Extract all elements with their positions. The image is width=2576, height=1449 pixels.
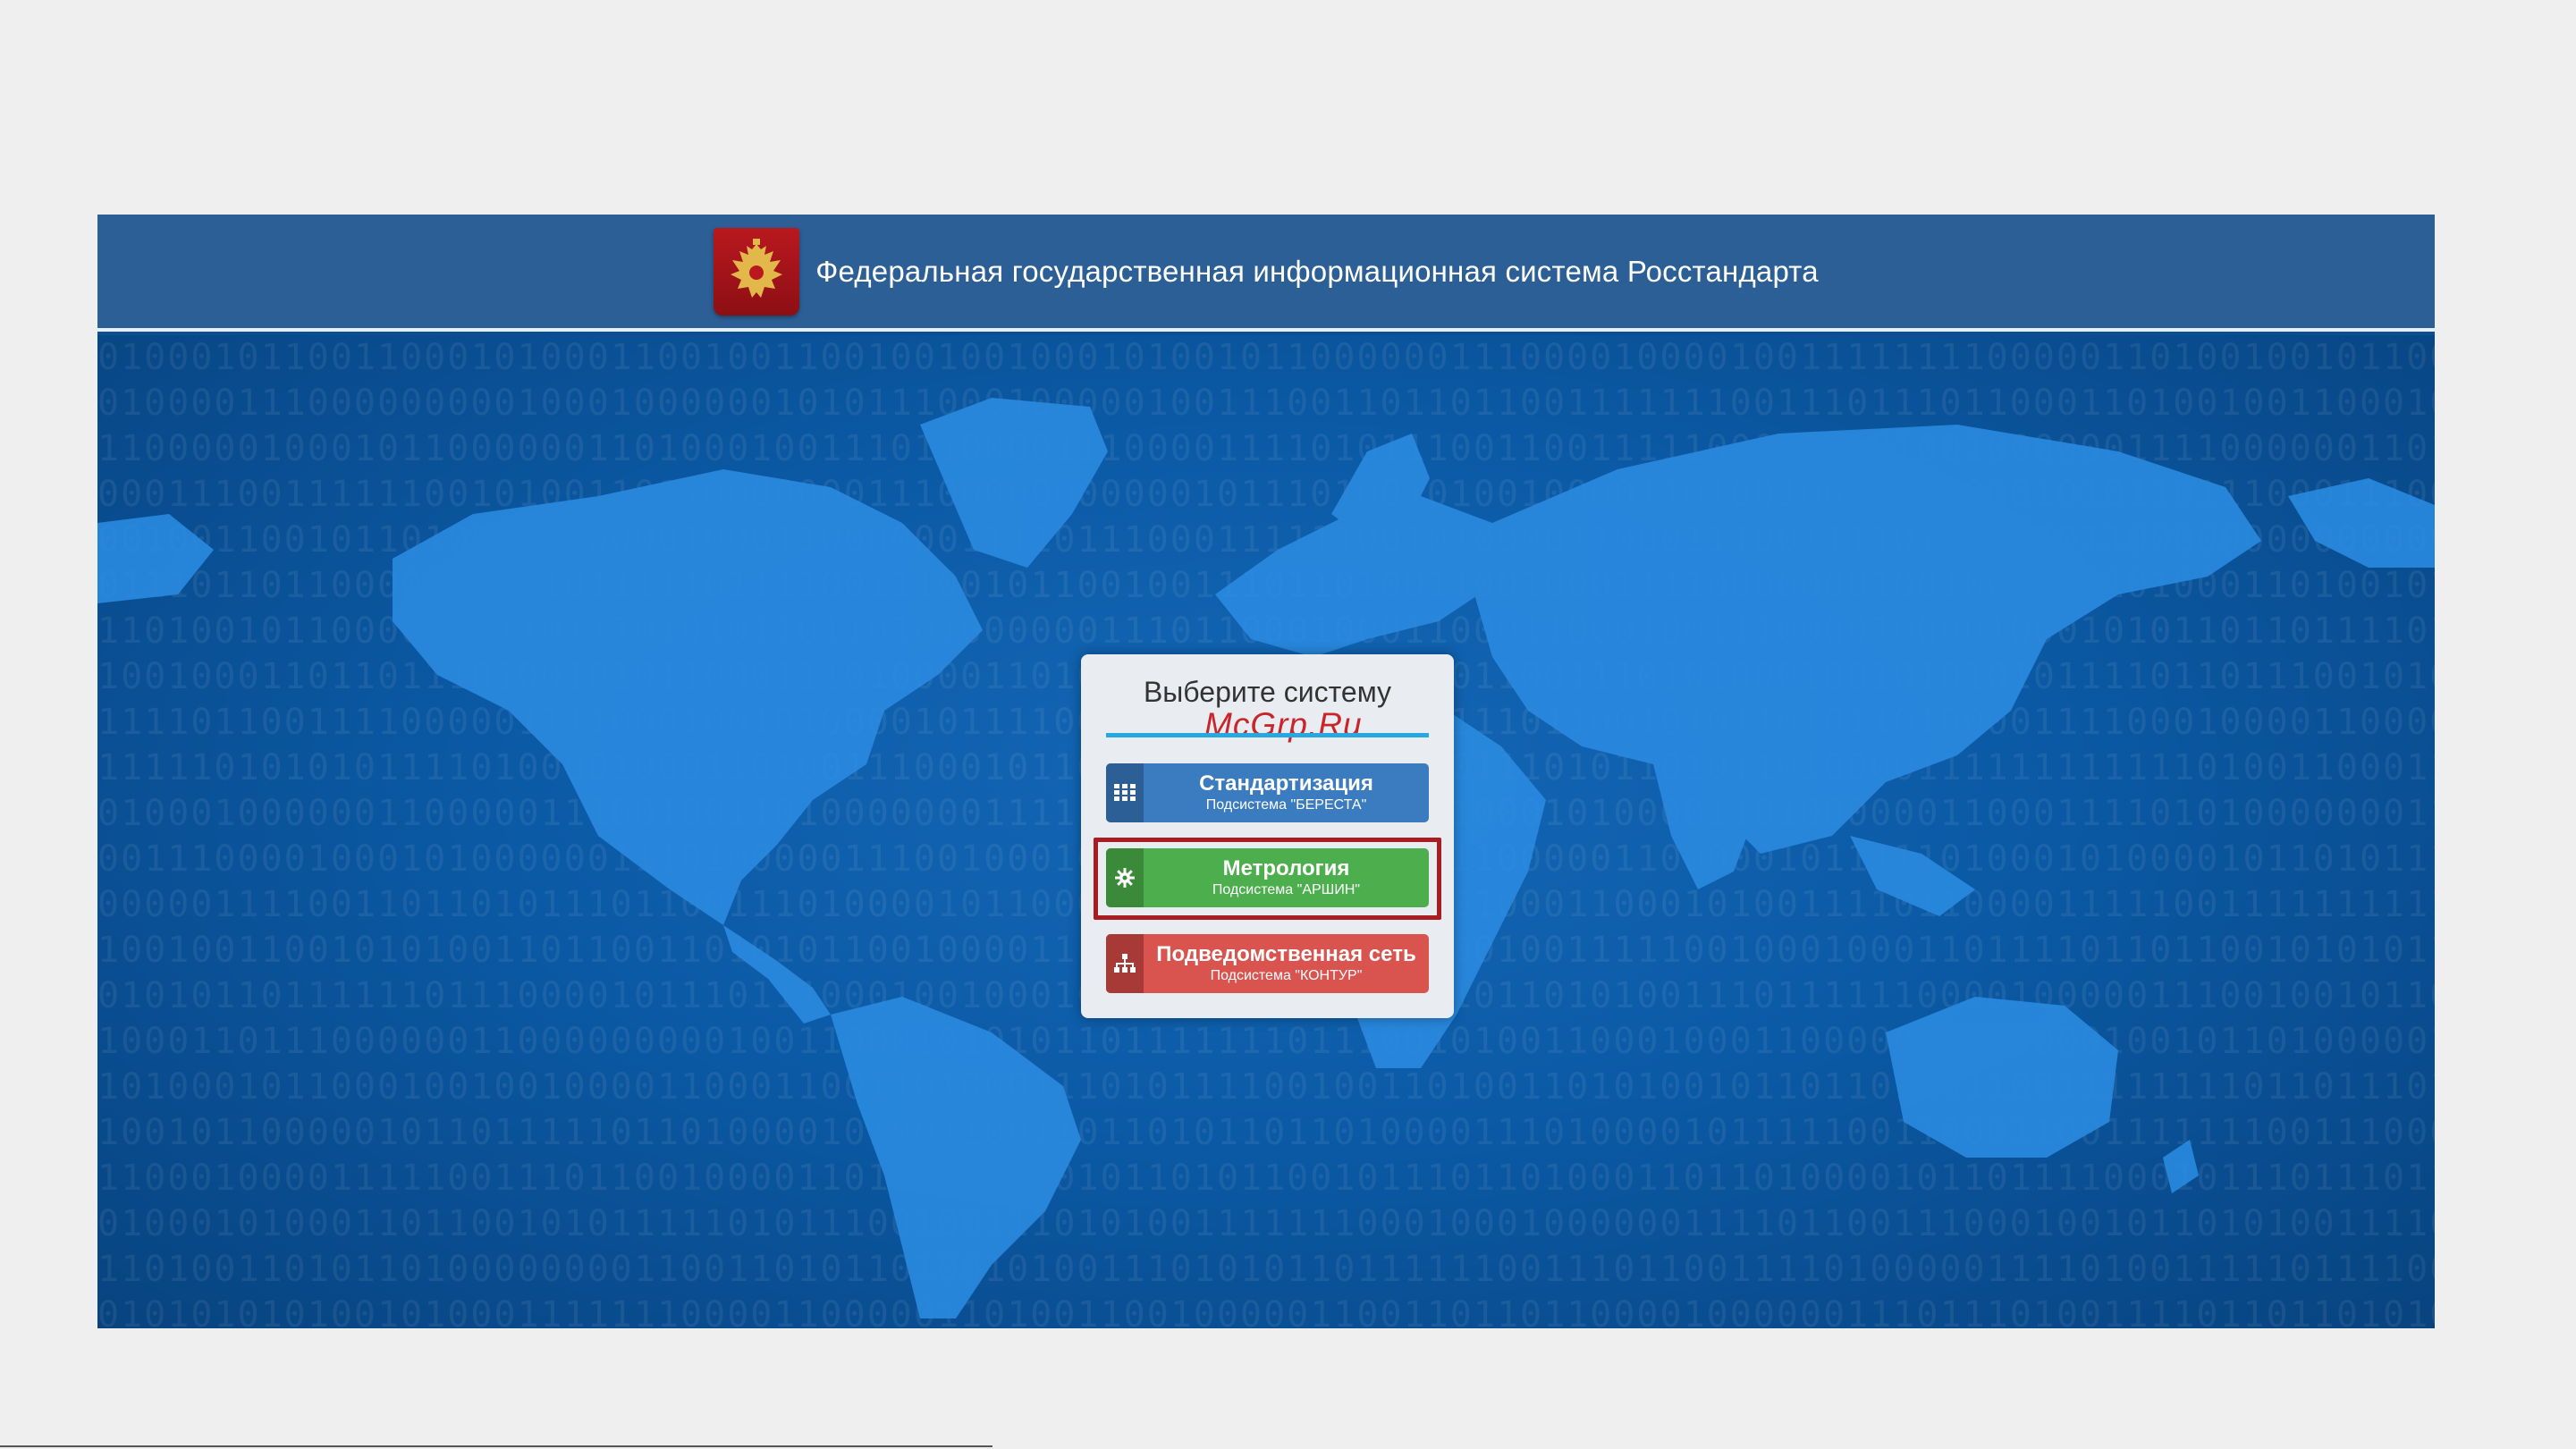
button-label: Подведомственная сеть	[1156, 942, 1416, 966]
dialog-title: Выберите систему	[1143, 676, 1392, 708]
site-header: Федеральная государственная информационн…	[97, 215, 2435, 332]
gear-icon	[1106, 848, 1144, 907]
system-select-dialog: Выберите систему McGrp.Ru Стандартизация…	[1081, 654, 1454, 1018]
dialog-divider	[1106, 733, 1429, 737]
watermark-text: McGrp.Ru	[1204, 706, 1363, 743]
grid-icon	[1106, 763, 1144, 822]
subordinate-network-button[interactable]: Подведомственная сеть Подсистема "КОНТУР…	[1106, 934, 1429, 993]
metrology-button[interactable]: Метрология Подсистема "АРШИН"	[1106, 848, 1429, 907]
standardization-button[interactable]: Стандартизация Подсистема "БЕРЕСТА"	[1106, 763, 1429, 822]
button-label: Стандартизация	[1199, 771, 1373, 796]
button-sublabel: Подсистема "БЕРЕСТА"	[1205, 797, 1367, 813]
button-sublabel: Подсистема "КОНТУР"	[1210, 968, 1363, 983]
header-title: Федеральная государственная информационн…	[815, 254, 1819, 288]
portal-frame: Федеральная государственная информационн…	[97, 215, 2435, 1328]
button-sublabel: Подсистема "АРШИН"	[1212, 882, 1361, 897]
hierarchy-icon	[1106, 934, 1144, 993]
button-label: Метрология	[1222, 856, 1350, 880]
page-bottom-line	[0, 1445, 992, 1447]
russian-coat-of-arms-icon	[714, 227, 800, 316]
